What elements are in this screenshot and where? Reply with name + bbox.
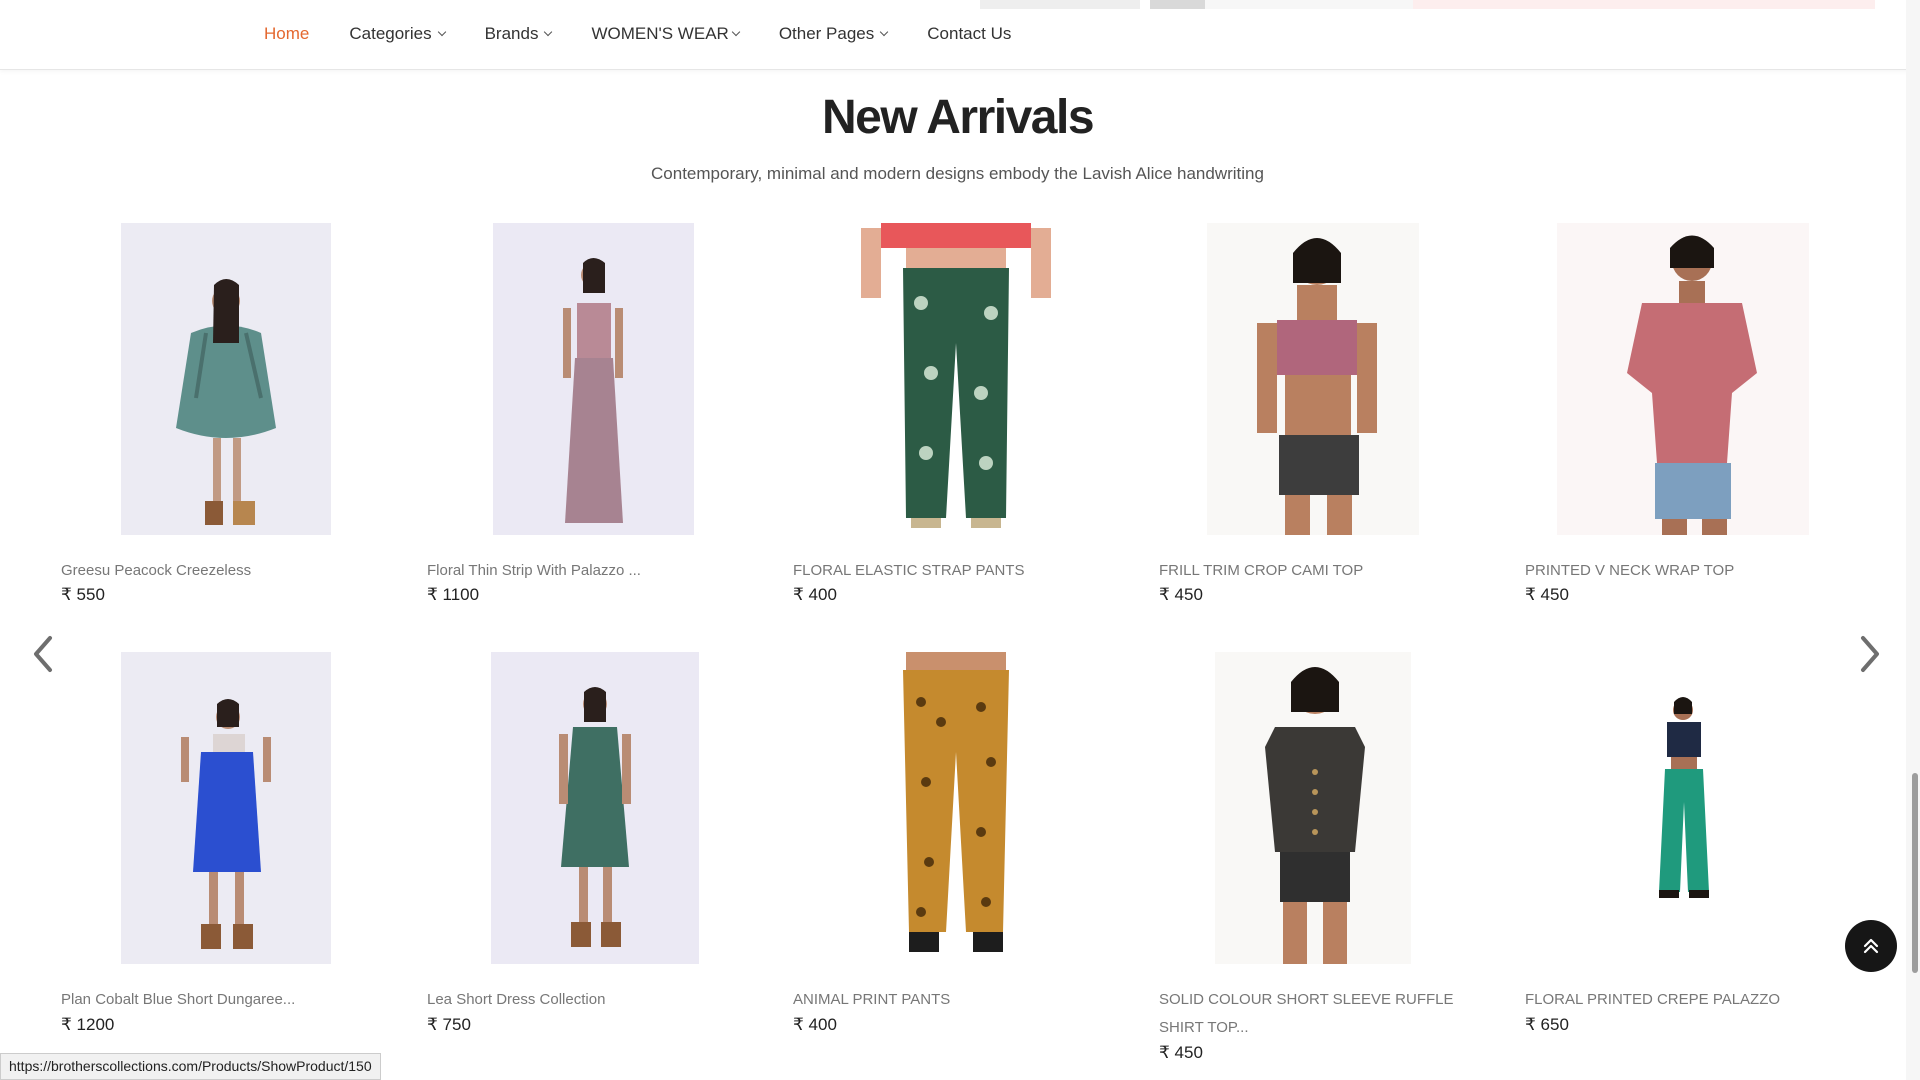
- product-name[interactable]: FLORAL ELASTIC STRAP PANTS: [793, 557, 1103, 585]
- product-price: ₹ 400: [793, 1015, 837, 1034]
- product-price: ₹ 450: [1159, 1043, 1203, 1062]
- product-price: ₹ 450: [1525, 585, 1569, 604]
- product-price: ₹ 550: [61, 585, 105, 604]
- scrollbar-thumb[interactable]: [1912, 773, 1918, 973]
- scroll-to-top-button[interactable]: [1845, 920, 1897, 972]
- chevron-down-icon: [731, 27, 741, 37]
- product-name[interactable]: PRINTED V NECK WRAP TOP: [1525, 557, 1835, 585]
- nav-label: Contact Us: [927, 24, 1012, 43]
- nav-label: Brands: [484, 24, 539, 43]
- product-name[interactable]: Plan Cobalt Blue Short Dungaree...: [61, 986, 371, 1014]
- nav-item-womens-wear[interactable]: WOMEN'S WEAR: [591, 24, 741, 44]
- carousel-prev-button[interactable]: [30, 634, 60, 674]
- link-preview-status: https://brotherscollections.com/Products…: [0, 1053, 381, 1080]
- product-price: ₹ 400: [793, 585, 837, 604]
- chevron-down-icon: [544, 27, 553, 37]
- nav-item-brands[interactable]: Brands: [484, 24, 553, 44]
- section-subtitle: Contemporary, minimal and modern designs…: [651, 164, 1264, 183]
- double-chevron-up-icon: [1863, 938, 1879, 954]
- product-name[interactable]: FRILL TRIM CROP CAMI TOP: [1159, 557, 1469, 585]
- chevron-down-icon: [437, 27, 446, 37]
- product-image[interactable]: [1207, 223, 1419, 535]
- product-name[interactable]: SOLID COLOUR SHORT SLEEVE RUFFLE SHIRT T…: [1159, 986, 1469, 1042]
- product-image[interactable]: [841, 223, 1071, 535]
- nav-label: WOMEN'S WEAR: [591, 24, 729, 43]
- product-image[interactable]: [1557, 223, 1809, 535]
- product-name[interactable]: ANIMAL PRINT PANTS: [793, 986, 1103, 1014]
- nav-item-categories[interactable]: Categories: [349, 24, 446, 44]
- nav-menu: Home Categories Brands WOMEN'S WEAR Othe…: [264, 24, 1051, 44]
- product-price: ₹ 750: [427, 1015, 471, 1034]
- chevron-down-icon: [880, 27, 889, 37]
- product-name[interactable]: Greesu Peacock Creezeless: [61, 557, 371, 585]
- nav-label: Categories: [349, 24, 432, 43]
- product-price: ₹ 650: [1525, 1015, 1569, 1034]
- main-navbar: Home Categories Brands WOMEN'S WEAR Othe…: [0, 0, 1920, 70]
- product-image[interactable]: [493, 223, 694, 535]
- nav-item-home[interactable]: Home: [264, 24, 309, 44]
- product-image[interactable]: [1215, 652, 1411, 964]
- product-name[interactable]: Lea Short Dress Collection: [427, 986, 737, 1014]
- product-image[interactable]: [491, 652, 699, 964]
- product-image[interactable]: [1557, 652, 1809, 964]
- nav-item-contact-us[interactable]: Contact Us: [927, 24, 1011, 44]
- product-name[interactable]: FLORAL PRINTED CREPE PALAZZO: [1525, 986, 1835, 1014]
- nav-label: Other Pages: [778, 24, 875, 43]
- product-image[interactable]: [841, 652, 1071, 964]
- page-scrollbar[interactable]: [1906, 0, 1920, 1080]
- nav-item-other-pages[interactable]: Other Pages: [778, 24, 889, 44]
- nav-label: Home: [264, 24, 310, 43]
- carousel-next-button[interactable]: [1855, 634, 1885, 674]
- product-price: ₹ 1200: [61, 1015, 115, 1034]
- chevron-left-icon: [34, 636, 52, 672]
- product-name[interactable]: Floral Thin Strip With Palazzo ...: [427, 557, 737, 585]
- product-image[interactable]: [121, 223, 331, 535]
- chevron-right-icon: [1861, 636, 1879, 672]
- section-title: New Arrivals: [821, 91, 1095, 144]
- product-price: ₹ 1100: [427, 585, 480, 604]
- product-price: ₹ 450: [1159, 585, 1203, 604]
- product-image[interactable]: [121, 652, 331, 964]
